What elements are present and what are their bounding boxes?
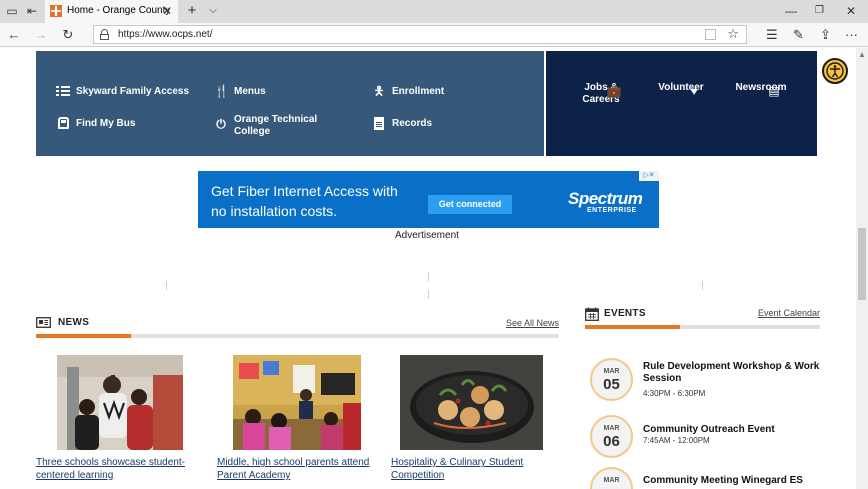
event-day: 06 (603, 433, 620, 450)
ad-choices-close-icon[interactable]: ▷✕ (639, 171, 659, 181)
event-item-1[interactable]: MAR 05 Rule Development Workshop & Work … (589, 358, 829, 404)
url-text[interactable]: https://www.ocps.net/ (118, 29, 213, 40)
power-icon: ⏻ (216, 117, 226, 131)
event-date-badge: MAR 05 (590, 358, 633, 401)
quick-link-label: Find My Bus (76, 118, 136, 129)
spectrum-logo-sub: ENTERPRISE (587, 207, 637, 214)
quick-link-label: Records (392, 118, 433, 129)
divider (428, 290, 429, 299)
news-section-header: NEWS See All News (36, 314, 559, 338)
back-icon[interactable]: ← (6, 27, 22, 43)
bus-icon (58, 117, 69, 129)
quick-link-label: Skyward Family Access (76, 86, 190, 97)
quick-link-label: Orange Technical College (234, 114, 318, 137)
event-day: 05 (603, 376, 620, 393)
set-aside-icon[interactable]: ⇤ (25, 4, 39, 18)
event-calendar-link[interactable]: Event Calendar (758, 308, 820, 318)
event-date-badge: MAR (590, 467, 633, 489)
quick-link-label: Enrollment (392, 86, 445, 97)
news-rule (36, 334, 559, 338)
divider (428, 272, 429, 281)
news-caption-2[interactable]: Middle, high school parents attend Paren… (217, 456, 382, 482)
divider (702, 281, 703, 290)
refresh-icon[interactable]: ↻ (60, 27, 76, 43)
ad-get-connected-button[interactable]: Get connected (428, 195, 512, 214)
address-bar: ← → ↻ https://www.ocps.net/ ☆ ☰ ✎ ⇪ ··· (0, 23, 868, 47)
see-all-news-link[interactable]: See All News (506, 318, 559, 328)
event-title[interactable]: Rule Development Workshop & Work Session (643, 361, 823, 385)
featured-links-panel: 💼 Jobs & Careers ♥ Volunteer ▤ Newsroom (546, 51, 817, 156)
reading-view-icon[interactable] (705, 29, 716, 40)
spectrum-logo: Spectrum (568, 189, 643, 208)
accessibility-icon (826, 62, 844, 80)
event-item-2[interactable]: MAR 06 Community Outreach Event 7:45AM -… (589, 415, 829, 461)
grid-icon (56, 86, 70, 97)
favorites-hub-icon[interactable]: ☰ (766, 27, 778, 43)
divider (166, 281, 167, 290)
scroll-thumb[interactable] (858, 228, 866, 300)
minimize-icon[interactable]: — (785, 4, 797, 18)
share-icon[interactable]: ⇪ (820, 27, 831, 43)
events-rule (585, 325, 820, 329)
event-title[interactable]: Community Meeting Winegard ES (643, 475, 823, 487)
fork-knife-icon: 🍴 (214, 84, 229, 98)
more-icon[interactable]: ··· (845, 27, 858, 43)
news-image-3[interactable] (400, 355, 543, 450)
news-caption-3[interactable]: Hospitality & Culinary Student Competiti… (391, 456, 541, 482)
news-image-1[interactable] (57, 355, 183, 450)
pen-icon[interactable]: ✎ (793, 27, 804, 43)
person-icon: 🯅 (373, 84, 385, 98)
web-page: Skyward Family Access 🍴 Menus 🯅 Enrollme… (0, 48, 856, 489)
featured-link-jobs-careers[interactable]: 💼 Jobs & Careers (571, 78, 631, 106)
quick-link-label: Menus (234, 86, 266, 97)
featured-link-volunteer[interactable]: ♥ Volunteer (651, 78, 711, 98)
featured-link-newsroom[interactable]: ▤ Newsroom (731, 78, 791, 98)
ad-label: Advertisement (395, 230, 459, 241)
calendar-icon (585, 307, 599, 321)
news-caption-1[interactable]: Three schools showcase student-centered … (36, 456, 196, 482)
event-date-badge: MAR 06 (590, 415, 633, 458)
newspaper-icon (36, 317, 51, 328)
news-title: NEWS (58, 317, 90, 328)
event-time: 4:30PM - 6:30PM (643, 389, 706, 398)
close-window-icon[interactable]: ✕ (846, 4, 856, 18)
accessibility-button[interactable] (822, 58, 848, 84)
news-image-2[interactable] (233, 355, 361, 450)
event-time: 7:45AM - 12:00PM (643, 436, 710, 445)
close-icon[interactable]: ✕ (162, 4, 172, 18)
page-scrollbar[interactable]: ▲ (856, 48, 868, 489)
event-month: MAR (603, 425, 620, 432)
events-section-header: EVENTS Event Calendar (585, 306, 820, 330)
event-title[interactable]: Community Outreach Event (643, 424, 823, 436)
advertisement-banner[interactable]: Get Fiber Internet Access with no instal… (198, 171, 659, 228)
new-tab-icon[interactable]: + (185, 3, 199, 18)
scroll-up-icon[interactable]: ▲ (858, 50, 866, 59)
tab-bar: ▭ ⇤ Home - Orange County ✕ + ⌵ — ❐ ✕ (0, 0, 868, 23)
url-field[interactable]: https://www.ocps.net/ ☆ (93, 25, 747, 44)
event-month: MAR (603, 368, 620, 375)
tab-preview-icon[interactable]: ⌵ (206, 4, 220, 18)
ad-text: Get Fiber Internet Access with no instal… (211, 183, 398, 219)
quick-links-panel: Skyward Family Access 🍴 Menus 🯅 Enrollme… (36, 51, 544, 156)
events-title: EVENTS (604, 308, 646, 319)
tab-actions-icon[interactable]: ▭ (5, 4, 19, 18)
active-tab[interactable]: Home - Orange County ✕ (45, 0, 178, 23)
forward-icon[interactable]: → (33, 27, 49, 43)
favorite-star-icon[interactable]: ☆ (727, 27, 739, 41)
event-item-3[interactable]: MAR Community Meeting Winegard ES (589, 467, 829, 489)
tab-title: Home - Orange County (67, 5, 171, 16)
restore-icon[interactable]: ❐ (815, 4, 824, 18)
orange-county-favicon (50, 5, 62, 17)
event-month: MAR (603, 477, 620, 484)
lock-icon (100, 29, 109, 40)
document-icon (374, 117, 384, 130)
